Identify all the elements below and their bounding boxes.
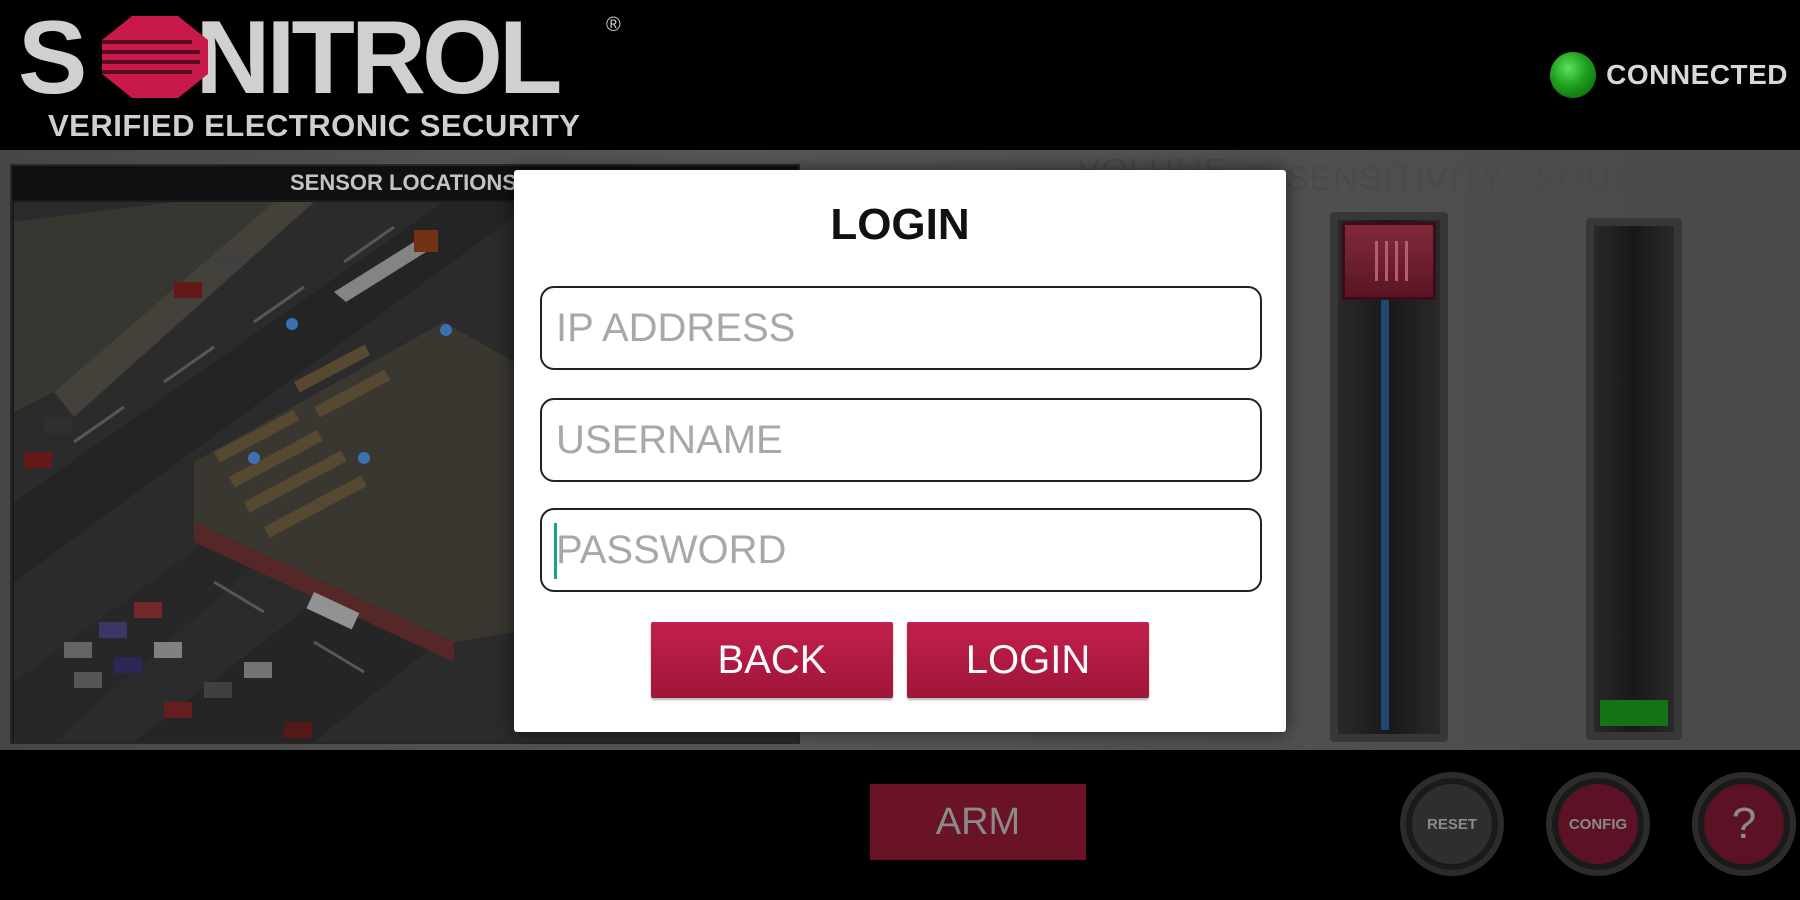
- connection-status-label: CONNECTED: [1606, 59, 1788, 90]
- username-input[interactable]: [540, 398, 1262, 482]
- sonitrol-logo: S NITROL ® VERIFIED ELECTRONIC SECURITY: [18, 6, 638, 143]
- reset-button[interactable]: RESET: [1400, 772, 1504, 876]
- logo-tagline: VERIFIED ELECTRONIC SECURITY: [48, 108, 581, 143]
- status-led-icon: [1550, 52, 1597, 98]
- bottom-bar: ARM RESET CONFIG ?: [0, 750, 1800, 900]
- login-dialog-title: LOGIN: [830, 200, 970, 249]
- login-dialog: LOGIN BACK LOGIN: [514, 170, 1286, 732]
- connection-status: CONNECTED: [1550, 50, 1788, 100]
- help-icon: ?: [1704, 784, 1784, 864]
- password-input[interactable]: [540, 508, 1262, 592]
- config-button[interactable]: CONFIG: [1546, 772, 1650, 876]
- help-button[interactable]: ?: [1692, 772, 1796, 876]
- header-bar: S NITROL ® VERIFIED ELECTRONIC SECURITY C…: [0, 0, 1800, 150]
- ip-address-input[interactable]: [540, 286, 1262, 370]
- config-button-label: CONFIG: [1558, 784, 1638, 864]
- text-caret: [554, 523, 557, 579]
- registered-mark: ®: [606, 14, 621, 36]
- back-button[interactable]: BACK: [651, 622, 893, 698]
- login-button[interactable]: LOGIN: [907, 622, 1149, 698]
- logo-octagon-icon: [100, 16, 208, 98]
- reset-button-label: RESET: [1412, 784, 1492, 864]
- arm-button[interactable]: ARM: [870, 784, 1086, 860]
